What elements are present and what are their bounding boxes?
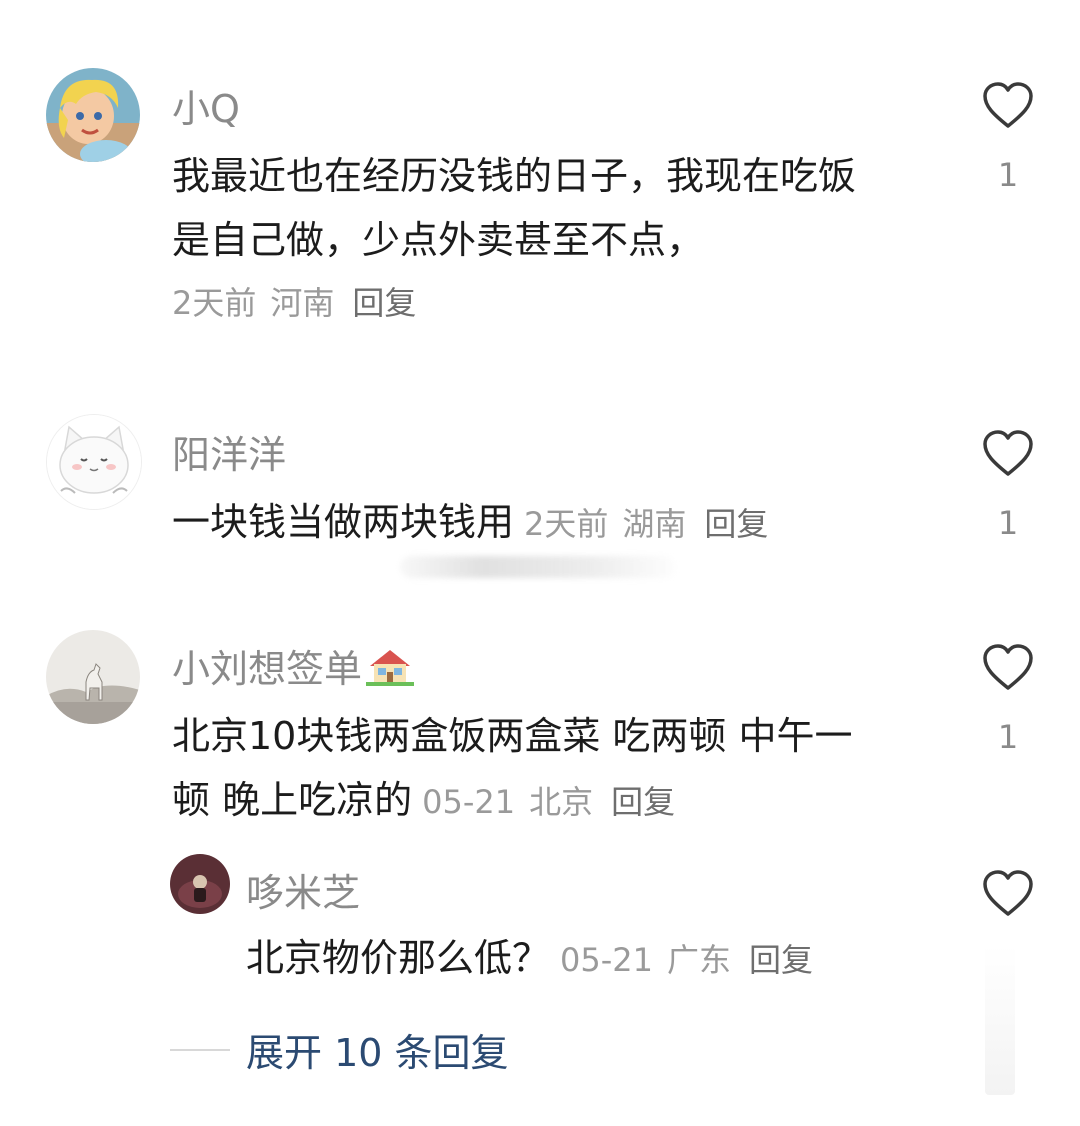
scroll-fade bbox=[985, 945, 1015, 1095]
like-button[interactable]: 1 bbox=[978, 428, 1038, 542]
comment-text-line: 北京物价那么低？ bbox=[246, 936, 551, 980]
comment-location: 河南 bbox=[270, 284, 335, 322]
username[interactable]: 阳洋洋 bbox=[172, 424, 286, 479]
comment-time: 05-21 bbox=[560, 941, 653, 979]
like-count: 1 bbox=[997, 504, 1019, 542]
avatar[interactable] bbox=[170, 854, 230, 914]
comment-text: 我最近也在经历没钱的日子，我现在吃饭 是自己做，少点外卖甚至不点， bbox=[172, 144, 856, 272]
comment-meta: 2天前 湖南 回复 bbox=[524, 505, 768, 543]
comment-meta: 05-21 北京 回复 bbox=[422, 783, 675, 821]
heart-icon bbox=[983, 644, 1033, 690]
blurred-overlay bbox=[400, 556, 675, 578]
comment-text: 北京物价那么低？ 05-21 广东 回复 bbox=[246, 926, 813, 992]
comment-meta: 05-21 广东 回复 bbox=[560, 941, 813, 979]
like-button[interactable]: 1 bbox=[978, 642, 1038, 756]
comment-text: 一块钱当做两块钱用 2天前 湖南 回复 bbox=[172, 490, 768, 556]
comment-time: 2天前 bbox=[172, 284, 257, 322]
reply-button[interactable]: 回复 bbox=[749, 941, 813, 979]
username[interactable]: 哆米芝 bbox=[246, 862, 360, 917]
avatar[interactable] bbox=[46, 414, 142, 510]
white-cat-avatar-icon bbox=[47, 415, 141, 509]
dark-photo-avatar-icon bbox=[170, 854, 230, 914]
horse-landscape-avatar-icon bbox=[46, 630, 140, 724]
comment-text-line: 北京10块钱两盒饭两盒菜 吃两顿 中午一 bbox=[172, 714, 853, 758]
house-emoji-icon bbox=[366, 646, 415, 695]
avatar[interactable] bbox=[46, 68, 140, 162]
comment-text-line: 一块钱当做两块钱用 bbox=[172, 500, 515, 544]
expand-divider bbox=[170, 1048, 230, 1051]
like-button[interactable]: 1 bbox=[978, 80, 1038, 194]
comment-text-line: 我最近也在经历没钱的日子，我现在吃饭 bbox=[172, 154, 857, 198]
comment-text-line: 是自己做，少点外卖甚至不点， bbox=[172, 218, 705, 262]
reply-button[interactable]: 回复 bbox=[611, 783, 675, 821]
comment-meta: 2天前 河南 回复 bbox=[172, 278, 416, 324]
like-count: 1 bbox=[997, 718, 1019, 756]
username[interactable]: 小刘想签单 bbox=[172, 638, 415, 695]
username-text: 小刘想签单 bbox=[172, 647, 363, 691]
comment-location: 广东 bbox=[667, 941, 732, 979]
heart-icon bbox=[983, 870, 1033, 916]
like-button[interactable] bbox=[978, 868, 1038, 918]
comment-time: 2天前 bbox=[524, 505, 609, 543]
username[interactable]: 小Q bbox=[172, 78, 240, 133]
reply-button[interactable]: 回复 bbox=[704, 505, 768, 543]
comment-location: 北京 bbox=[529, 783, 594, 821]
cartoon-girl-avatar-icon bbox=[46, 68, 140, 162]
comment-time: 05-21 bbox=[422, 783, 516, 821]
comment-location: 湖南 bbox=[622, 505, 687, 543]
comment-text: 北京10块钱两盒饭两盒菜 吃两顿 中午一 顿 晚上吃凉的 05-21 北京 回复 bbox=[172, 704, 853, 834]
expand-replies-button[interactable]: 展开 10 条回复 bbox=[170, 1022, 509, 1077]
reply-button[interactable]: 回复 bbox=[352, 284, 416, 322]
expand-replies-label: 展开 10 条回复 bbox=[246, 1031, 509, 1075]
heart-icon bbox=[983, 430, 1033, 476]
like-count: 1 bbox=[997, 156, 1019, 194]
heart-icon bbox=[983, 82, 1033, 128]
avatar[interactable] bbox=[46, 630, 140, 724]
comment-text-line: 顿 晚上吃凉的 bbox=[172, 778, 413, 822]
